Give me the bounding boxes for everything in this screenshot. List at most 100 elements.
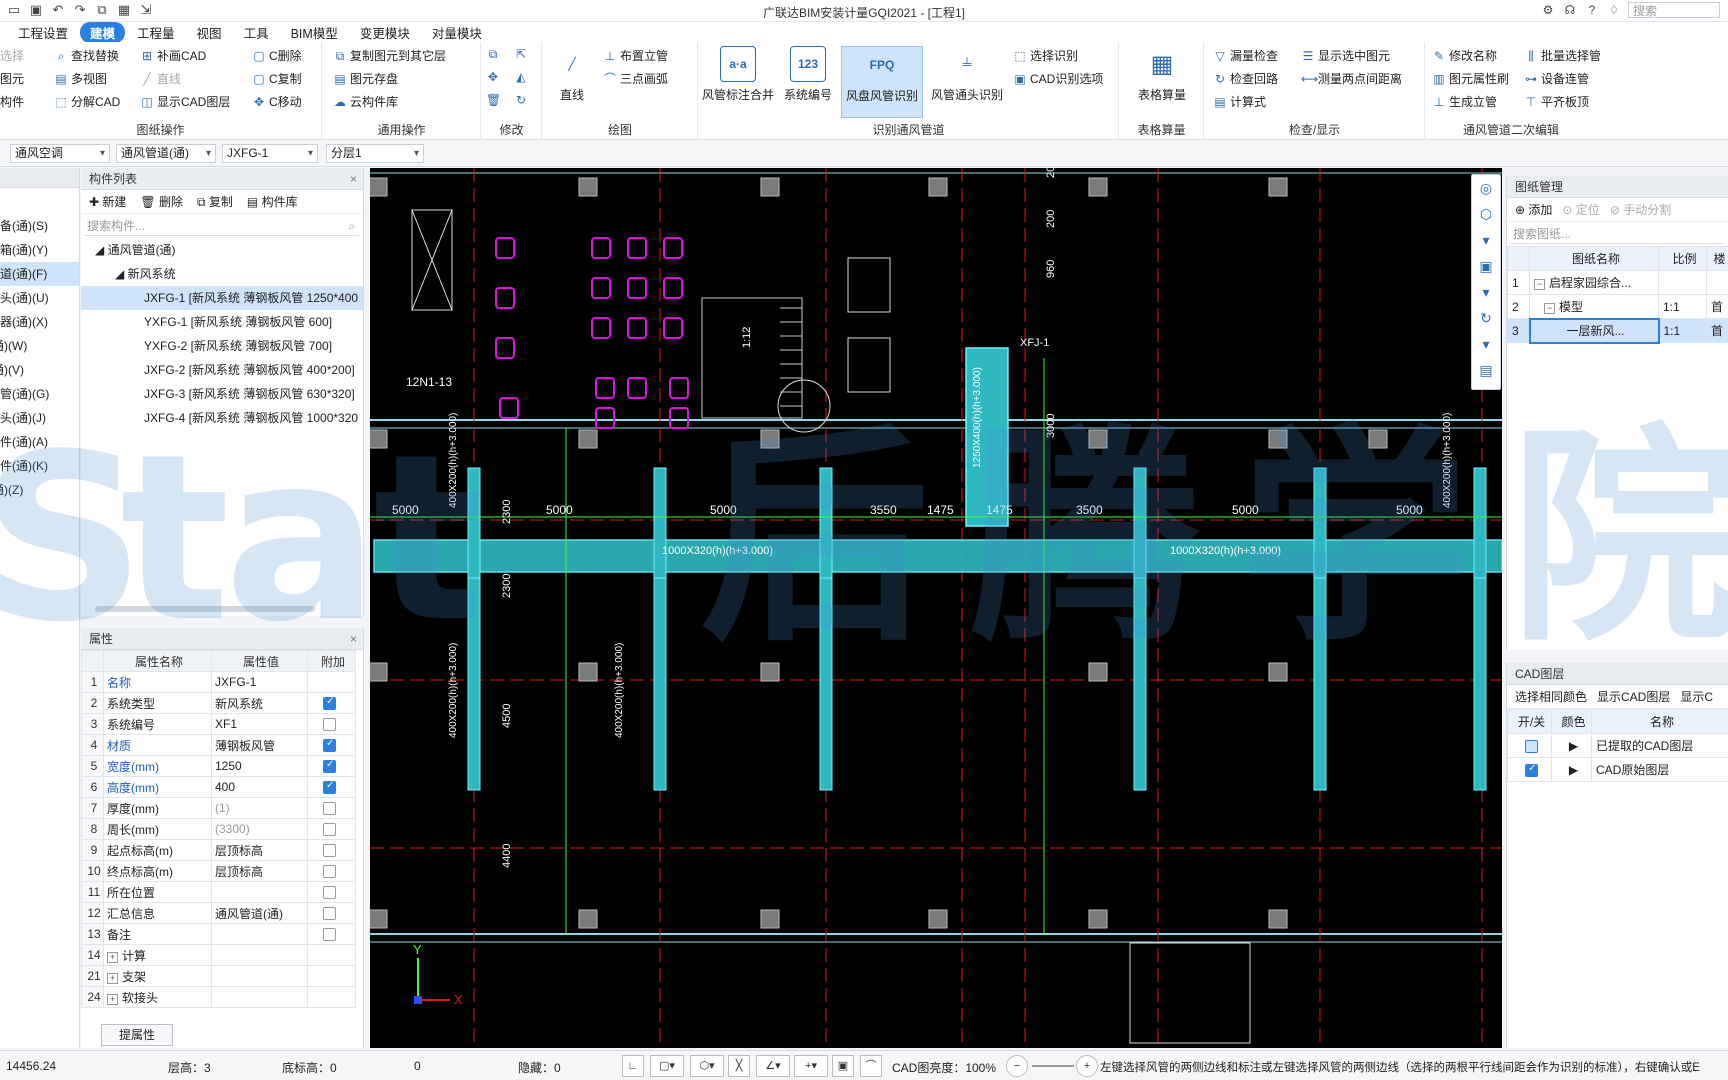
menu-change-module[interactable]: 变更模块 [350, 22, 420, 43]
library-button[interactable]: ▤ 构件库 [247, 193, 298, 210]
multi-view-button[interactable]: ▤ 多视图 [54, 70, 107, 87]
property-row[interactable]: 5 宽度(mm) 1250 [81, 755, 356, 777]
attr-brush-button[interactable]: ▥ 图元属性刷 [1432, 70, 1509, 87]
show-c-button[interactable]: 显示C [1680, 688, 1713, 705]
menu-reconcile-module[interactable]: 对量模块 [422, 22, 492, 43]
extra-checkbox[interactable] [323, 928, 336, 942]
discipline-select[interactable]: 通风空调 [10, 144, 110, 163]
copy-to-floor-button[interactable]: ⧉ 复制图元到其它层 [333, 47, 446, 64]
chevron-down-icon[interactable]: ▾ [1472, 227, 1500, 253]
drawing-row-selected[interactable]: 3 一层新风... 1:1 首 [1507, 317, 1728, 344]
horizontal-scrollbar[interactable] [95, 606, 315, 612]
extra-checkbox[interactable] [323, 780, 336, 795]
property-value[interactable]: (3300) [211, 818, 308, 840]
property-row[interactable]: 7 厚度(mm) (1) [81, 797, 356, 819]
display-icon[interactable]: ▣ [832, 1055, 854, 1077]
copy-icon[interactable]: ⧉ [486, 47, 500, 61]
component-search-input[interactable]: 搜索构件... ⌕ [85, 216, 359, 236]
extra-checkbox[interactable] [323, 718, 336, 732]
property-value[interactable] [211, 986, 308, 1008]
cad-canvas[interactable]: 5000 5000 5000 3550 1475 1475 3500 5000 5000 1000… [370, 168, 1502, 1048]
property-value[interactable]: 1250 [211, 755, 308, 777]
view-cube-icon[interactable]: ⬡▾ [690, 1055, 724, 1077]
floor-select[interactable]: 分层1 [326, 144, 424, 163]
collapse-icon[interactable]: − [1534, 279, 1545, 290]
chevron-down-icon[interactable]: ▾ [1472, 279, 1500, 305]
extra-checkbox[interactable] [323, 886, 336, 900]
property-row[interactable]: 21 + 支架 [81, 965, 356, 987]
drawing-row[interactable]: 1− 启程家园综合... [1507, 270, 1728, 295]
tree-group[interactable]: ◢ 新风系统 [81, 262, 363, 286]
property-value[interactable]: 新风系统 [211, 692, 308, 714]
extra-checkbox[interactable] [323, 823, 336, 837]
tree-item-selected[interactable]: JXFG-1 [新风系统 薄钢板风管 1250*400 [81, 286, 363, 310]
element-button[interactable]: 图元 [0, 70, 24, 87]
angle-icon[interactable]: ∠▾ [756, 1055, 790, 1077]
property-value[interactable]: XF1 [211, 713, 308, 735]
extra-checkbox[interactable] [323, 738, 336, 753]
element-save-button[interactable]: ▤ 图元存盘 [333, 70, 398, 87]
menu-bim-model[interactable]: BIM模型 [281, 22, 348, 43]
copy-button[interactable]: ⧉ 复制 [197, 193, 233, 210]
component-button[interactable]: 构件 [0, 93, 24, 110]
help-icon[interactable]: ? [1584, 2, 1600, 18]
tree-item[interactable]: JXFG-2 [新风系统 薄钢板风管 400*200] [81, 358, 363, 382]
property-value[interactable]: 层顶标高 [211, 860, 308, 882]
property-row[interactable]: 24 + 软接头 [81, 986, 356, 1008]
property-value[interactable] [211, 944, 308, 966]
batch-select-button[interactable]: ⫼ 批量选择管 [1524, 47, 1601, 64]
manual-split-button[interactable]: ⊘ 手动分割 [1610, 201, 1671, 218]
chevron-down-icon[interactable]: ▾ [1472, 331, 1500, 357]
property-row[interactable]: 8 周长(mm) (3300) [81, 818, 356, 840]
property-value[interactable]: 薄钢板风管 [211, 734, 308, 756]
nav-item[interactable]: (通)(Z) [0, 478, 79, 502]
c-move-button[interactable]: ✥ C移动 [252, 93, 302, 110]
property-row[interactable]: 1 名称 JXFG-1 [81, 671, 356, 693]
measure-distance-button[interactable]: ⟷ 测量两点间距离 [1301, 70, 1402, 87]
layer-toggle-checkbox[interactable] [1525, 763, 1538, 777]
property-value[interactable] [211, 923, 308, 945]
type-select[interactable]: 通风管道(通) [116, 144, 216, 163]
draw-line-button[interactable]: ╱ 直线 [549, 46, 595, 118]
cad-identify-options-button[interactable]: ▣ CAD识别选项 [1013, 70, 1103, 87]
close-icon[interactable]: × [350, 168, 357, 190]
property-value[interactable]: JXFG-1 [211, 671, 308, 693]
property-row[interactable]: 4 材质 薄钢板风管 [81, 734, 356, 756]
shirt-icon[interactable]: ♢ [1606, 2, 1622, 18]
nav-item[interactable]: 设备(通)(S) [0, 214, 79, 238]
brightness-slider[interactable] [1032, 1065, 1074, 1067]
move-icon[interactable]: ✥ [486, 70, 500, 84]
rename-button[interactable]: ✎ 修改名称 [1432, 47, 1497, 64]
select-box-icon[interactable]: ▢▾ [650, 1055, 684, 1077]
nav-item[interactable]: 通头(通)(U) [0, 286, 79, 310]
rotate-icon[interactable]: ↻ [1472, 305, 1500, 331]
snap-icon[interactable]: +▾ [794, 1055, 828, 1077]
formula-button[interactable]: ▤ 计算式 [1213, 93, 1266, 110]
property-row[interactable]: 11 所在位置 [81, 881, 356, 903]
property-value[interactable] [211, 965, 308, 987]
fancoil-duct-identify-button[interactable]: FPQ 风盘风管识别 [841, 46, 923, 118]
c-delete-button[interactable]: ▢ C删除 [252, 47, 301, 64]
menu-project-settings[interactable]: 工程设置 [8, 22, 78, 43]
nav-item[interactable]: (通)(V) [0, 358, 79, 382]
select-same-color-button[interactable]: 选择相同颜色 [1515, 688, 1587, 705]
tree-item[interactable]: JXFG-4 [新风系统 薄钢板风管 1000*320 [81, 406, 363, 430]
3d-view-icon[interactable]: ⬡ [1472, 201, 1500, 227]
place-riser-button[interactable]: ⊥ 布置立管 [603, 47, 668, 64]
extra-checkbox[interactable] [323, 802, 336, 816]
menu-view[interactable]: 视图 [187, 22, 232, 43]
property-value[interactable]: 通风管道(通) [211, 902, 308, 924]
list-icon[interactable]: ▤ [1472, 357, 1500, 383]
property-value[interactable]: 400 [211, 776, 308, 798]
cloud-library-button[interactable]: ☁ 云构件库 [333, 93, 398, 110]
merge-duct-labels-button[interactable]: a·a 风管标注合并 [701, 46, 775, 118]
extra-checkbox[interactable] [323, 865, 336, 879]
property-row[interactable]: 10 终点标高(m) 层顶标高 [81, 860, 356, 882]
duct-fitting-identify-button[interactable]: ╧ 风管通头识别 [927, 46, 1007, 118]
expand-icon[interactable]: + [107, 972, 118, 984]
tree-item[interactable]: JXFG-3 [新风系统 薄钢板风管 630*320] [81, 382, 363, 406]
property-row[interactable]: 3 系统编号 XF1 [81, 713, 356, 735]
show-cad-layer-button[interactable]: ◫ 显示CAD图层 [140, 93, 230, 110]
tree-root[interactable]: ◢ 通风管道(通) [81, 238, 363, 262]
expand-icon[interactable]: ▶ [1551, 757, 1592, 782]
